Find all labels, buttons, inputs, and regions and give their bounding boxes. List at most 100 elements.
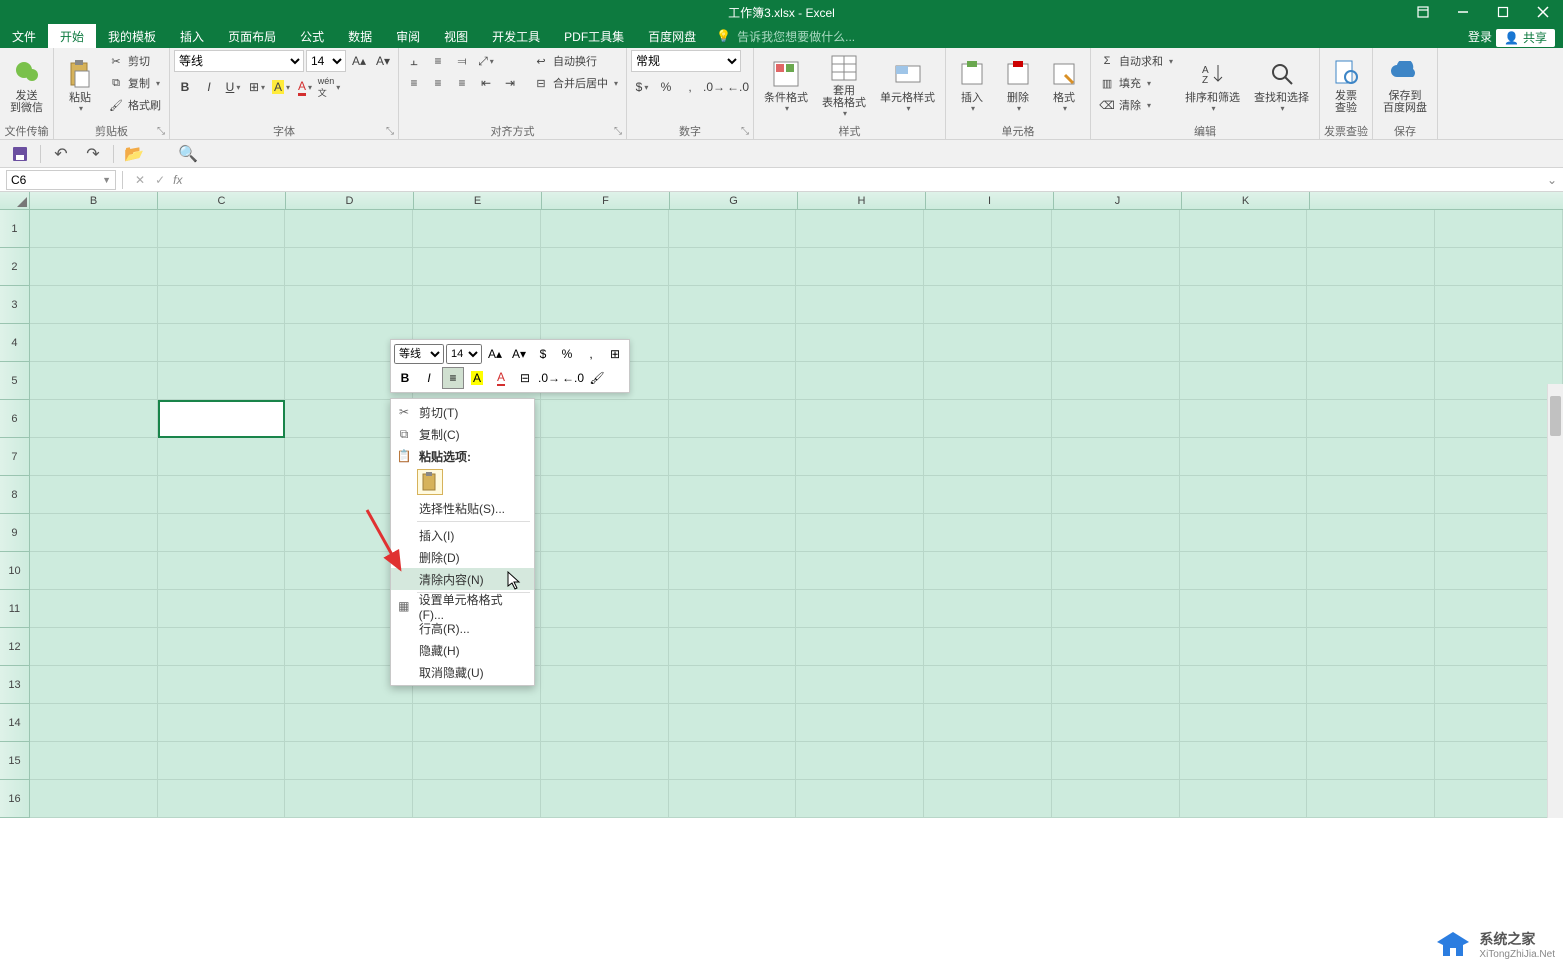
cell[interactable]	[30, 362, 158, 400]
login-link[interactable]: 登录	[1468, 28, 1492, 45]
cell[interactable]	[1435, 590, 1563, 628]
cell[interactable]	[669, 704, 797, 742]
cell[interactable]	[30, 400, 158, 438]
paste-button[interactable]: 粘贴	[58, 50, 102, 120]
cell[interactable]	[669, 590, 797, 628]
alignment-dialog-launcher[interactable]: ⤡	[612, 125, 624, 137]
cell[interactable]	[1180, 362, 1308, 400]
cell[interactable]	[158, 780, 286, 818]
format-painter-button[interactable]: 🖌格式刷	[104, 94, 165, 116]
cell[interactable]	[30, 324, 158, 362]
mini-font-color-icon[interactable]: A	[490, 367, 512, 389]
cell[interactable]	[1435, 704, 1563, 742]
cell[interactable]	[30, 666, 158, 704]
cell[interactable]	[1435, 210, 1563, 248]
accounting-format-icon[interactable]: $	[631, 76, 653, 98]
cell[interactable]	[30, 742, 158, 780]
col-header[interactable]: B	[30, 192, 158, 209]
clipboard-dialog-launcher[interactable]: ⤡	[155, 125, 167, 137]
cell[interactable]	[1435, 476, 1563, 514]
cell[interactable]	[1307, 742, 1435, 780]
increase-indent-icon[interactable]: ⇥	[499, 72, 521, 94]
cell[interactable]	[924, 286, 1052, 324]
font-dialog-launcher[interactable]: ⤡	[384, 125, 396, 137]
row-header[interactable]: 15	[0, 742, 30, 780]
number-format-select[interactable]: 常规	[631, 50, 741, 72]
underline-button[interactable]: U	[222, 76, 244, 98]
name-box[interactable]: C6 ▼	[6, 170, 116, 190]
cell[interactable]	[158, 742, 286, 780]
fill-button[interactable]: ▥填充	[1095, 72, 1177, 94]
cell[interactable]	[541, 286, 669, 324]
cell[interactable]	[158, 324, 286, 362]
merge-center-button[interactable]: ⊟合并后居中	[529, 72, 622, 94]
cell[interactable]	[796, 704, 924, 742]
cell[interactable]	[541, 590, 669, 628]
cancel-icon[interactable]: ✕	[135, 173, 145, 187]
cell[interactable]	[796, 438, 924, 476]
col-header[interactable]: F	[542, 192, 670, 209]
cell[interactable]	[413, 248, 541, 286]
formula-input[interactable]	[190, 170, 1540, 190]
clear-button[interactable]: ⌫清除	[1095, 94, 1177, 116]
find-select-button[interactable]: 查找和选择	[1248, 50, 1315, 120]
cell[interactable]	[924, 362, 1052, 400]
mini-decrease-font-icon[interactable]: A▾	[508, 343, 530, 365]
cell[interactable]	[796, 666, 924, 704]
row-header[interactable]: 6	[0, 400, 30, 438]
row-header[interactable]: 1	[0, 210, 30, 248]
cell[interactable]	[30, 514, 158, 552]
font-size-select[interactable]: 14	[306, 50, 346, 72]
cell[interactable]	[158, 704, 286, 742]
mini-accounting-icon[interactable]: $	[532, 343, 554, 365]
mini-border-icon[interactable]: ⊞	[604, 343, 626, 365]
copy-button[interactable]: ⧉复制	[104, 72, 165, 94]
enter-icon[interactable]: ✓	[155, 173, 165, 187]
mini-italic-icon[interactable]: I	[418, 367, 440, 389]
row-header[interactable]: 7	[0, 438, 30, 476]
cell[interactable]	[669, 666, 797, 704]
tab-view[interactable]: 视图	[432, 24, 480, 48]
align-top-icon[interactable]: ⫠	[403, 50, 425, 72]
font-color-button[interactable]: A	[294, 76, 316, 98]
align-middle-icon[interactable]: ≡	[427, 50, 449, 72]
row-header[interactable]: 11	[0, 590, 30, 628]
cell[interactable]	[796, 210, 924, 248]
cell[interactable]	[30, 210, 158, 248]
cell[interactable]	[1435, 514, 1563, 552]
cell[interactable]	[413, 780, 541, 818]
cell[interactable]	[1180, 742, 1308, 780]
ctx-paste-special[interactable]: 选择性粘贴(S)...	[391, 497, 534, 519]
phonetic-button[interactable]: wén文	[318, 76, 340, 98]
cell[interactable]	[796, 324, 924, 362]
cell[interactable]	[669, 552, 797, 590]
cell[interactable]	[541, 248, 669, 286]
chevron-down-icon[interactable]: ▼	[102, 175, 111, 185]
cell[interactable]	[1052, 590, 1180, 628]
minimize-icon[interactable]	[1443, 0, 1483, 24]
expand-formula-bar-icon[interactable]: ⌄	[1541, 173, 1563, 187]
tab-file[interactable]: 文件	[0, 24, 48, 48]
tab-review[interactable]: 审阅	[384, 24, 432, 48]
col-header[interactable]: K	[1182, 192, 1310, 209]
cell[interactable]	[924, 324, 1052, 362]
increase-font-icon[interactable]: A▴	[348, 50, 370, 72]
cell[interactable]	[541, 476, 669, 514]
qat-redo-icon[interactable]: ↷	[81, 142, 105, 166]
cell[interactable]	[796, 400, 924, 438]
cell[interactable]	[924, 552, 1052, 590]
cell[interactable]	[1307, 324, 1435, 362]
cell[interactable]	[796, 590, 924, 628]
tab-data[interactable]: 数据	[336, 24, 384, 48]
cell[interactable]	[924, 590, 1052, 628]
cell[interactable]	[158, 248, 286, 286]
invoice-check-button[interactable]: 发票查验	[1324, 50, 1368, 120]
cell[interactable]	[1180, 514, 1308, 552]
vertical-scrollbar[interactable]	[1547, 384, 1563, 818]
ctx-unhide[interactable]: 取消隐藏(U)	[391, 661, 534, 683]
mini-fill-color-icon[interactable]: A	[466, 367, 488, 389]
cell[interactable]	[1307, 400, 1435, 438]
cell[interactable]	[541, 400, 669, 438]
cell[interactable]	[796, 628, 924, 666]
cell[interactable]	[1435, 742, 1563, 780]
